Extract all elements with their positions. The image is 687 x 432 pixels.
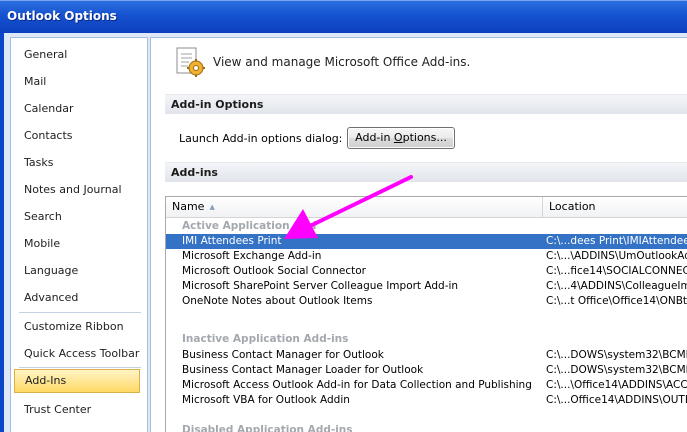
nav-item-advanced[interactable]: Advanced <box>14 286 140 310</box>
addins-list-header: Name ▲ Location <box>166 197 687 218</box>
list-item[interactable]: Microsoft SharePoint Server Colleague Im… <box>166 279 687 294</box>
nav-item-general[interactable]: General <box>14 43 140 67</box>
nav-item-search[interactable]: Search <box>14 205 140 229</box>
column-header-name[interactable]: Name ▲ <box>166 197 543 217</box>
nav-item-quick-access-toolbar[interactable]: Quick Access Toolbar <box>14 342 140 366</box>
group-header-inactive: Inactive Application Add-ins <box>182 333 349 345</box>
nav-item-add-ins[interactable]: Add-Ins <box>14 369 140 393</box>
addins-list: Name ▲ Location Active Application Add IM… <box>165 196 687 432</box>
nav-item-calendar[interactable]: Calendar <box>14 97 140 121</box>
column-header-location[interactable]: Location <box>544 197 687 217</box>
page-heading: View and manage Microsoft Office Add-ins… <box>213 55 471 69</box>
nav-item-language[interactable]: Language <box>14 259 140 283</box>
nav-divider <box>19 367 141 368</box>
nav-item-mobile[interactable]: Mobile <box>14 232 140 256</box>
list-item[interactable]: Business Contact Manager for Outlook C:\.… <box>166 348 687 363</box>
list-item[interactable]: IMI Attendees Print C:\...dees Print\IMIA… <box>166 234 687 249</box>
addins-panel: View and manage Microsoft Office Add-ins… <box>150 37 687 432</box>
window-title: Outlook Options <box>7 9 117 23</box>
nav-item-mail[interactable]: Mail <box>14 70 140 94</box>
launch-options-label: Launch Add-in options dialog: <box>179 132 343 145</box>
list-item[interactable]: Business Contact Manager Loader for Outl… <box>166 363 687 378</box>
section-addin-options: Add-in Options <box>165 94 687 114</box>
addin-options-button[interactable]: Add-in Options... <box>347 127 455 149</box>
nav-item-notes-and-journal[interactable]: Notes and Journal <box>14 178 140 202</box>
outlook-options-window: Outlook Options General Mail Calendar Co… <box>0 0 687 432</box>
sort-ascending-icon: ▲ <box>209 203 215 211</box>
nav-item-customize-ribbon[interactable]: Customize Ribbon <box>14 315 140 339</box>
group-header-disabled: Disabled Application Add-ins <box>182 424 353 432</box>
group-header-active: Active Application Add <box>182 220 317 232</box>
title-bar[interactable]: Outlook Options <box>0 0 687 33</box>
nav-item-contacts[interactable]: Contacts <box>14 124 140 148</box>
list-item[interactable]: Microsoft VBA for Outlook Addin C:\...Off… <box>166 393 687 408</box>
nav-item-trust-center[interactable]: Trust Center <box>14 398 140 422</box>
list-item[interactable]: Microsoft Exchange Add-in C:\...\ADDINS\U… <box>166 249 687 264</box>
section-addins: Add-ins <box>165 162 687 182</box>
addins-gear-icon <box>176 47 205 77</box>
nav-divider <box>19 312 141 313</box>
list-item[interactable]: Microsoft Access Outlook Add-in for Data… <box>166 378 687 393</box>
list-item[interactable]: Microsoft Outlook Social Connector C:\...… <box>166 264 687 279</box>
dialog-client: General Mail Calendar Contacts Tasks Not… <box>4 33 687 432</box>
nav-item-tasks[interactable]: Tasks <box>14 151 140 175</box>
options-nav: General Mail Calendar Contacts Tasks Not… <box>10 37 148 432</box>
list-item[interactable]: OneNote Notes about Outlook Items C:\...t… <box>166 294 687 309</box>
